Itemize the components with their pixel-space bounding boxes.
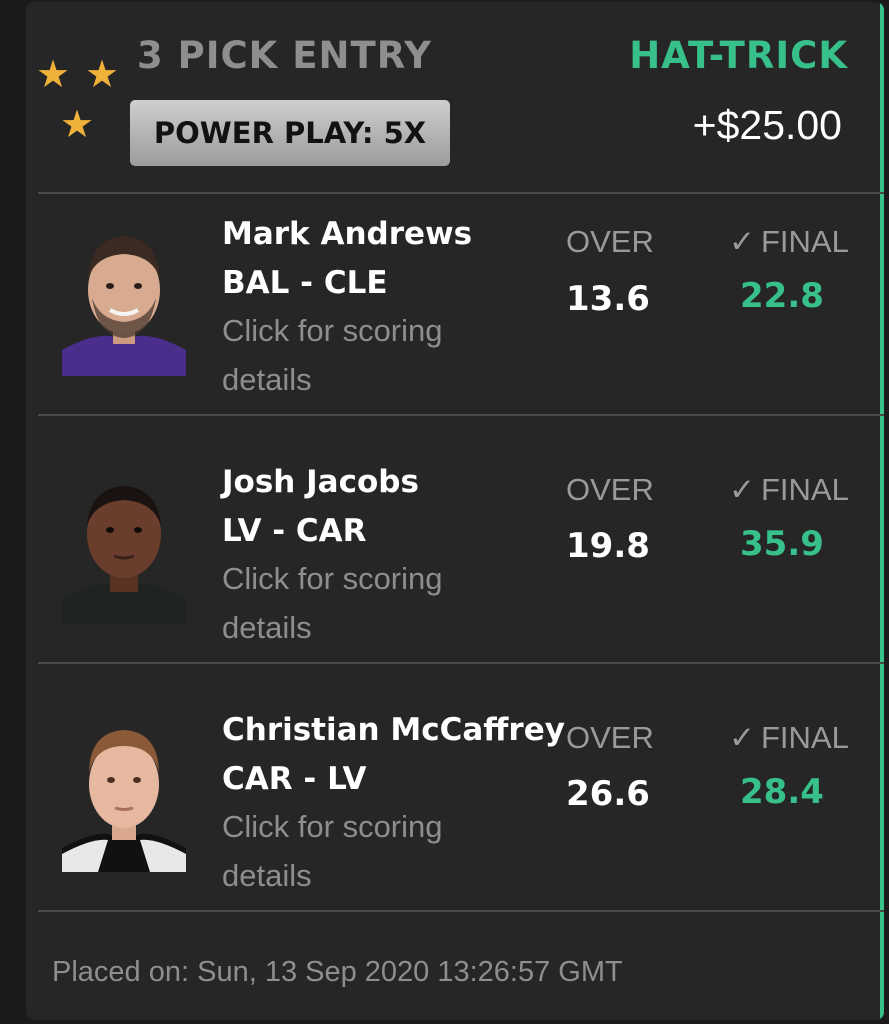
player-name: Josh Jacobs — [222, 464, 419, 500]
check-icon: ✓ — [729, 472, 755, 508]
pick-stars: ★ ★ ★ — [26, 2, 136, 152]
placed-on-timestamp: Placed on: Sun, 13 Sep 2020 13:26:57 GMT — [52, 956, 623, 988]
line-value: 13.6 — [566, 279, 650, 319]
final-value: 35.9 — [740, 524, 824, 564]
star-icon: ★ — [36, 52, 71, 96]
player-avatar — [62, 224, 186, 376]
check-icon: ✓ — [729, 720, 755, 756]
matchup: BAL - CLE — [222, 265, 388, 301]
payout-amount: +$25.00 — [692, 102, 842, 148]
entry-result: HAT-TRICK — [629, 34, 848, 77]
pick-row[interactable]: Josh Jacobs LV - CAR Click for scoring d… — [26, 416, 884, 662]
direction-label: OVER — [566, 472, 654, 507]
player-name: Christian McCaffrey — [222, 712, 565, 748]
scoring-details-link[interactable]: Click for scoring details — [222, 306, 492, 404]
matchup: CAR - LV — [222, 761, 367, 797]
player-avatar — [62, 720, 186, 872]
pick-row[interactable]: Christian McCaffrey CAR - LV Click for s… — [26, 664, 884, 910]
final-status-label: FINAL — [760, 472, 849, 507]
scoring-details-link[interactable]: Click for scoring details — [222, 554, 492, 652]
matchup: LV - CAR — [222, 513, 367, 549]
power-play-badge: POWER PLAY: 5X — [130, 100, 450, 166]
divider — [38, 910, 884, 912]
direction-label: OVER — [566, 224, 654, 259]
scoring-details-link[interactable]: Click for scoring details — [222, 802, 492, 900]
player-name: Mark Andrews — [222, 216, 473, 252]
line-value: 26.6 — [566, 774, 650, 814]
star-icon: ★ — [60, 102, 95, 146]
pick-row[interactable]: Mark Andrews BAL - CLE Click for scoring… — [26, 194, 884, 440]
final-value: 22.8 — [740, 276, 824, 316]
star-icon: ★ — [85, 52, 120, 96]
final-status: ✓ FINAL — [729, 720, 849, 756]
final-status: ✓ FINAL — [729, 224, 849, 260]
line-value: 19.8 — [566, 526, 650, 566]
final-value: 28.4 — [740, 772, 824, 812]
final-status-label: FINAL — [760, 224, 849, 259]
player-avatar — [62, 472, 186, 624]
entry-title: 3 PICK ENTRY — [137, 34, 432, 77]
final-status: ✓ FINAL — [729, 472, 849, 508]
check-icon: ✓ — [729, 224, 755, 260]
direction-label: OVER — [566, 720, 654, 755]
final-status-label: FINAL — [760, 720, 849, 755]
entry-card: ★ ★ ★ 3 PICK ENTRY HAT-TRICK POWER PLAY:… — [26, 2, 884, 1020]
